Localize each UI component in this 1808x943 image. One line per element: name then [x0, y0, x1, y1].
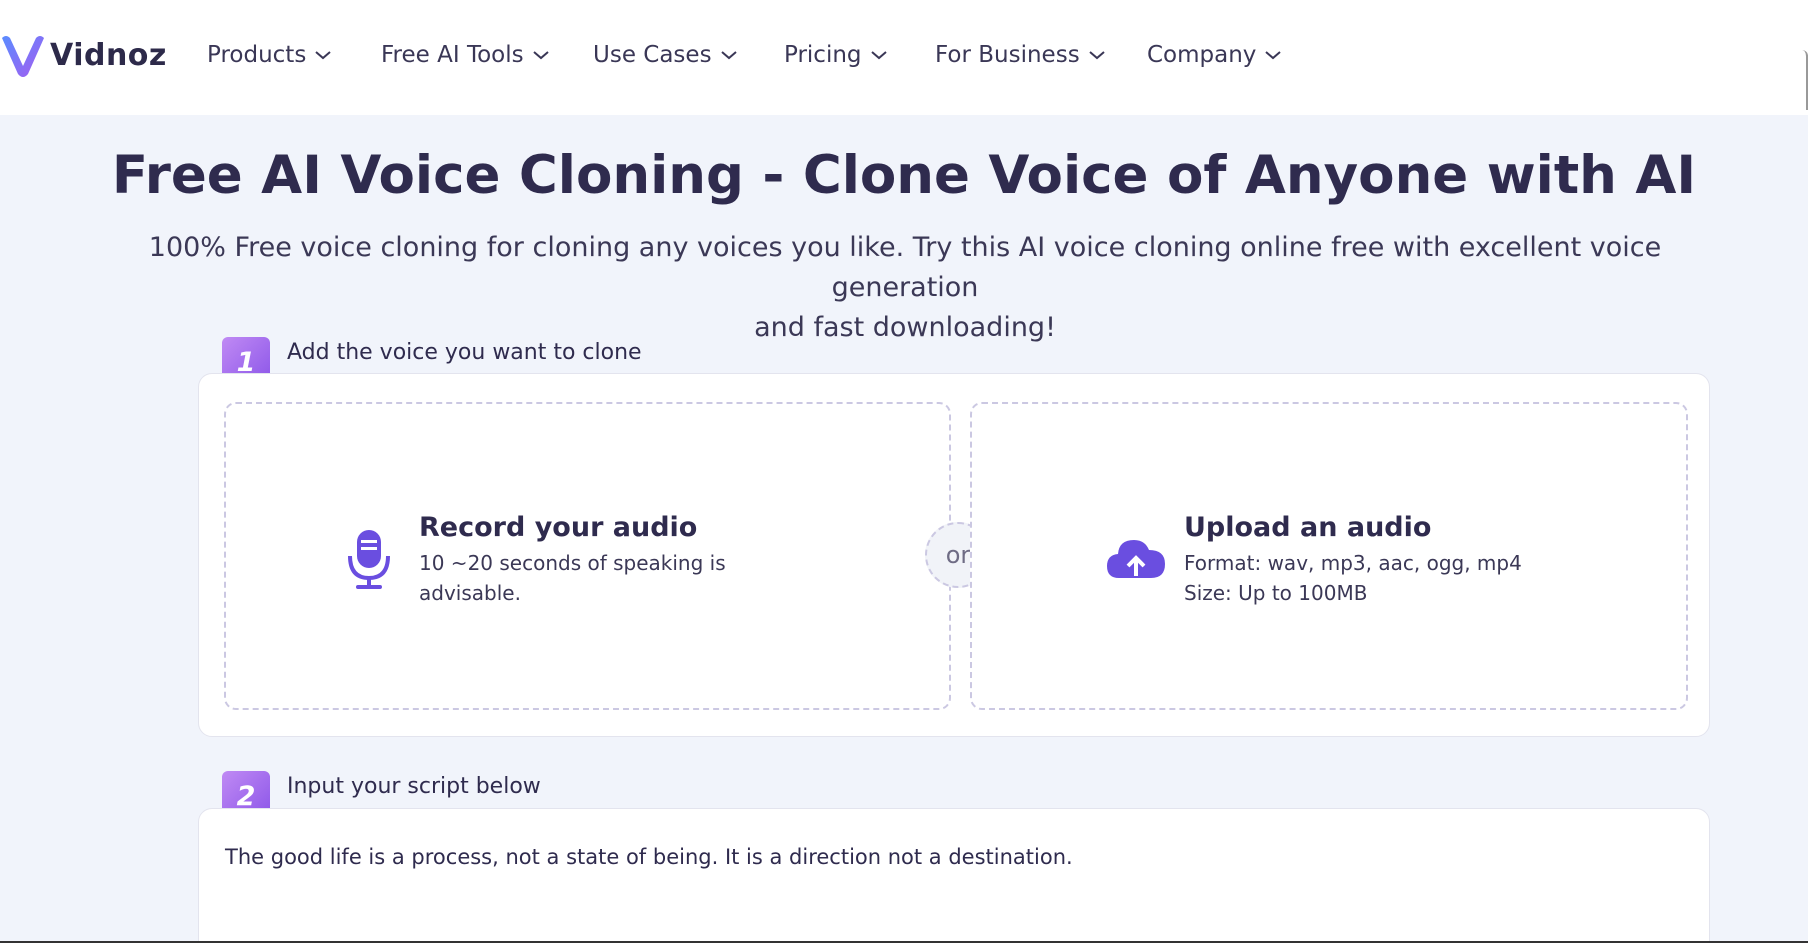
chevron-down-icon: [870, 51, 887, 60]
nav-company[interactable]: Company: [1147, 38, 1282, 72]
script-input-panel[interactable]: The good life is a process, not a state …: [198, 808, 1710, 943]
record-title: Record your audio: [419, 512, 698, 543]
upload-size: Size: Up to 100MB: [1184, 581, 1368, 605]
nav-free-ai-tools[interactable]: Free AI Tools: [381, 38, 550, 72]
step-2-label: Input your script below: [287, 774, 541, 799]
nav-products-label: Products: [207, 42, 307, 68]
microphone-icon: [348, 530, 390, 589]
chevron-down-icon: [1265, 51, 1282, 60]
page-subtitle: 100% Free voice cloning for cloning any …: [140, 228, 1670, 348]
record-description: 10 ~20 seconds of speaking is advisable.: [419, 548, 726, 608]
record-audio-zone[interactable]: Record your audio 10 ~20 seconds of spea…: [224, 402, 951, 710]
chevron-down-icon: [315, 51, 331, 60]
brand-logo[interactable]: Vidnoz: [0, 28, 167, 82]
chevron-down-icon: [720, 51, 737, 60]
script-textarea[interactable]: The good life is a process, not a state …: [225, 845, 1073, 869]
step-1-label: Add the voice you want to clone: [287, 340, 642, 365]
nav-company-label: Company: [1147, 42, 1257, 68]
page-title: Free AI Voice Cloning - Clone Voice of A…: [111, 145, 1697, 206]
upload-audio-zone[interactable]: Upload an audio Format: wav, mp3, aac, o…: [970, 402, 1688, 710]
nav-pricing[interactable]: Pricing: [784, 38, 888, 72]
chevron-down-icon: [1089, 51, 1105, 60]
scrollbar-edge: [1802, 50, 1808, 110]
voice-source-panel: Record your audio 10 ~20 seconds of spea…: [198, 373, 1710, 737]
chevron-down-icon: [532, 51, 549, 60]
record-desc-line-1: 10 ~20 seconds of speaking is: [419, 551, 726, 575]
cloud-upload-icon: [1107, 540, 1165, 578]
nav-use-cases[interactable]: Use Cases: [593, 38, 738, 72]
top-navigation-bar: Vidnoz Products Free AI Tools Use Cases …: [0, 0, 1808, 115]
record-desc-line-2: advisable.: [419, 581, 521, 605]
upload-title: Upload an audio: [1184, 512, 1432, 543]
subtitle-line-1: 100% Free voice cloning for cloning any …: [148, 232, 1662, 303]
vidnoz-logo-icon: [2, 36, 44, 77]
nav-pricing-label: Pricing: [784, 42, 862, 68]
upload-format: Format: wav, mp3, aac, ogg, mp4: [1184, 551, 1522, 575]
nav-free-ai-tools-label: Free AI Tools: [381, 42, 524, 68]
upload-description: Format: wav, mp3, aac, ogg, mp4 Size: Up…: [1184, 548, 1522, 608]
nav-for-business-label: For Business: [935, 42, 1080, 68]
nav-use-cases-label: Use Cases: [593, 42, 712, 68]
nav-products[interactable]: Products: [207, 38, 332, 72]
nav-for-business[interactable]: For Business: [935, 38, 1106, 72]
brand-name: Vidnoz: [50, 37, 167, 73]
